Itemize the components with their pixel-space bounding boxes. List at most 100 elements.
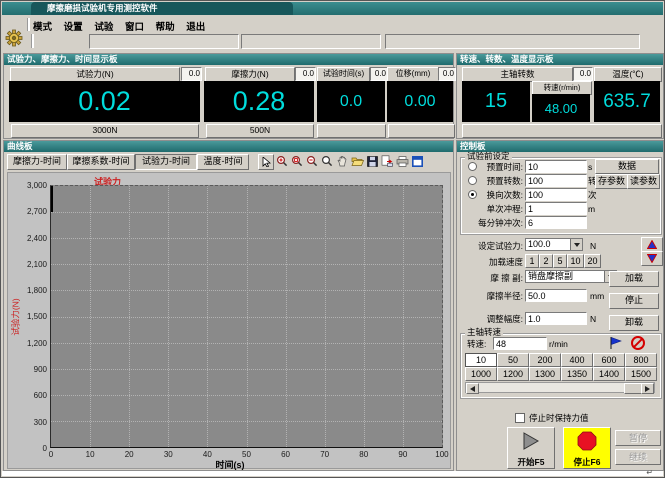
menu-bar: 模式 设置 试验 窗口 帮助 退出 [33, 19, 214, 32]
strokes-per-min-label: 每分钟冲次: [467, 217, 523, 229]
spindle-preset-1200-button[interactable]: 1200 [497, 367, 529, 381]
preset-revs-input[interactable] [525, 174, 587, 187]
friction-radius-label: 摩擦半径: [465, 290, 523, 302]
menu-item-settings[interactable]: 设置 [64, 22, 83, 33]
scrollbar-thumb[interactable] [624, 383, 642, 394]
pan-hand-icon[interactable] [335, 154, 349, 168]
menu-item-window[interactable]: 窗口 [125, 22, 144, 33]
friction-pair-combo[interactable]: 销盘摩擦副 [525, 270, 617, 283]
new-window-icon[interactable] [410, 154, 424, 168]
load-speed-20-button[interactable]: 20 [584, 254, 601, 268]
reversal-count-radio[interactable] [468, 190, 477, 199]
start-button[interactable]: 开始F5 [507, 427, 555, 469]
load-button[interactable]: 加载 [609, 271, 659, 287]
speed-display: 48.00 [532, 94, 590, 122]
y-tick: 2,700 [27, 207, 47, 216]
zoom-box-icon[interactable] [290, 154, 304, 168]
spindle-preset-400-button[interactable]: 400 [561, 353, 593, 367]
start-button-label: 开始F5 [508, 456, 554, 468]
spindle-speed-input[interactable] [493, 337, 547, 350]
chevron-down-icon[interactable] [570, 239, 582, 250]
data-button[interactable]: 数据 [595, 159, 659, 174]
load-speed-2-button[interactable]: 2 [539, 254, 553, 268]
spindle-preset-1350-button[interactable]: 1350 [561, 367, 593, 381]
stroke-input[interactable] [525, 202, 587, 215]
chart-plot[interactable] [50, 185, 443, 448]
set-force-combo[interactable]: 100.0 [525, 238, 583, 251]
scroll-left-icon[interactable] [466, 383, 479, 394]
zoom-in-icon[interactable] [275, 154, 289, 168]
force-label-bar[interactable]: 试验力(N) [10, 67, 180, 82]
tab-friction-coef-time[interactable]: 摩擦系数-时间 [67, 154, 135, 170]
friction-label-bar[interactable]: 摩擦力(N) [205, 67, 295, 82]
title-tab: 摩擦磨损试验机专用测控软件 [31, 2, 293, 15]
stop-load-button[interactable]: 停止 [609, 293, 659, 309]
read-params-button[interactable]: 读参数 [627, 174, 660, 189]
chart-x-axis-label: 时间(s) [8, 458, 452, 471]
preset-revs-radio[interactable] [468, 176, 477, 185]
adjust-amplitude-input[interactable] [525, 312, 587, 325]
spindle-preset-1000-button[interactable]: 1000 [465, 367, 497, 381]
menu-item-exit[interactable]: 退出 [186, 22, 205, 33]
tab-friction-time[interactable]: 摩擦力-时间 [7, 154, 67, 170]
menu-item-test[interactable]: 试验 [94, 22, 113, 33]
unload-button[interactable]: 卸载 [609, 315, 659, 331]
prohibit-icon[interactable] [629, 334, 646, 351]
export-icon[interactable] [380, 154, 394, 168]
spindle-preset-600-button[interactable]: 600 [593, 353, 625, 367]
force-display-panel-header: 试验力、摩擦力、时间显示板 [4, 54, 453, 65]
spindle-preset-1500-button[interactable]: 1500 [625, 367, 657, 381]
cursor-icon[interactable] [258, 154, 274, 170]
load-speed-5-button[interactable]: 5 [553, 254, 567, 268]
stop-button[interactable]: 停止F6 [563, 427, 611, 469]
save-icon[interactable] [365, 154, 379, 168]
preset-time-radio[interactable] [468, 162, 477, 171]
tab-test-force-time[interactable]: 试验力-时间 [135, 154, 197, 170]
gridline [51, 343, 442, 344]
spindle-preset-800-button[interactable]: 800 [625, 353, 657, 367]
preset-time-input[interactable] [525, 160, 587, 173]
pause-button[interactable]: 暂停 [615, 430, 661, 446]
print-icon[interactable] [395, 154, 409, 168]
spindle-preset-1300-button[interactable]: 1300 [529, 367, 561, 381]
toolbar-grip [27, 18, 30, 31]
spindle-preset-50-button[interactable]: 50 [497, 353, 529, 367]
tab-temperature-time[interactable]: 温度-时间 [197, 154, 249, 170]
magnifier-icon[interactable] [320, 154, 334, 168]
gear-icon[interactable] [5, 29, 23, 47]
curve-panel-header: 曲线板 [4, 141, 453, 152]
revolutions-peak-value: 0.0 [573, 67, 593, 81]
reversal-count-input[interactable] [525, 188, 587, 201]
zoom-out-icon[interactable] [305, 154, 319, 168]
arrow-down-icon[interactable] [641, 251, 663, 266]
scroll-right-icon[interactable] [641, 383, 654, 394]
force-display: 0.02 [9, 81, 200, 122]
save-params-button[interactable]: 存参数 [595, 174, 628, 189]
spindle-preset-10-button[interactable]: 10 [465, 353, 497, 367]
friction-radius-input[interactable] [525, 289, 587, 302]
friction-radius-unit: mm [590, 290, 604, 302]
preset-time-label: 预置时间: [477, 161, 523, 173]
hold-force-checkbox[interactable] [515, 413, 525, 423]
spindle-scrollbar[interactable] [465, 382, 655, 393]
open-folder-icon[interactable] [350, 154, 364, 168]
start-flag-icon[interactable] [607, 334, 624, 351]
arrow-up-icon[interactable] [641, 237, 663, 252]
spindle-preset-1400-button[interactable]: 1400 [593, 367, 625, 381]
y-tick: 600 [34, 391, 47, 400]
gridline [51, 317, 442, 318]
displacement-display: 0.00 [387, 81, 453, 122]
load-speed-1-button[interactable]: 1 [525, 254, 539, 268]
revolutions-label-bar[interactable]: 主轴转数 [462, 67, 573, 82]
adjust-amplitude-label: 调整幅度: [465, 313, 523, 325]
load-speed-10-button[interactable]: 10 [567, 254, 584, 268]
strokes-per-min-input[interactable] [525, 216, 587, 229]
spindle-preset-200-button[interactable]: 200 [529, 353, 561, 367]
menu-item-help[interactable]: 帮助 [156, 22, 175, 33]
speed-display-panel-header: 转速、转数、温度显示板 [457, 54, 663, 65]
resume-button[interactable]: 继续 [615, 449, 661, 465]
menu-item-mode[interactable]: 模式 [33, 22, 52, 33]
trace-start-mark [51, 186, 53, 212]
friction-display: 0.28 [204, 81, 314, 122]
title-bar[interactable]: 摩擦磨损试验机专用测控软件 [2, 2, 663, 15]
